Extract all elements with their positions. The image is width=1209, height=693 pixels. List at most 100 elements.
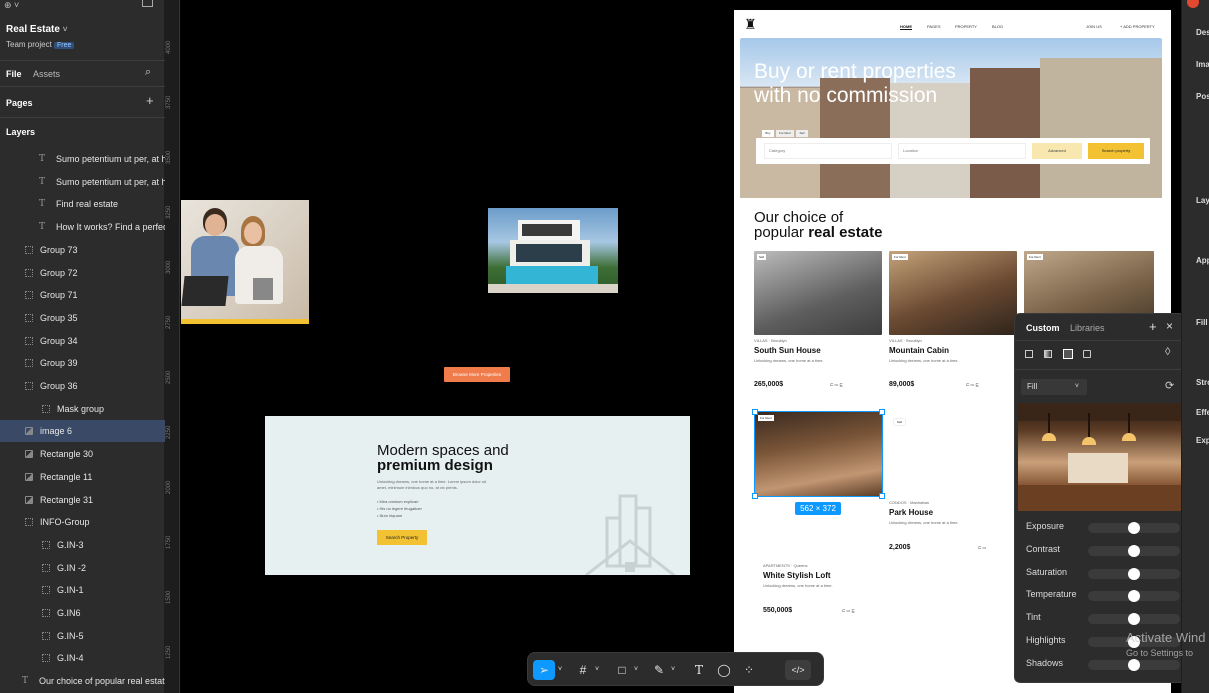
slider-track[interactable] (1088, 590, 1180, 603)
layer-row[interactable]: Group 34 (0, 330, 165, 352)
layer-row[interactable]: G.IN-4 (0, 647, 165, 669)
layer-row[interactable]: image 6 (0, 420, 165, 443)
layer-row[interactable]: Group 35 (0, 307, 165, 329)
panel-section-label[interactable]: Des (1196, 28, 1209, 37)
nav-property[interactable]: PROPERTY (955, 24, 977, 29)
panel-section-label[interactable]: Pos (1196, 92, 1209, 101)
solid-fill-icon[interactable] (1025, 350, 1033, 358)
nav-add-property[interactable]: + ADD PROPERTY (1120, 24, 1155, 29)
nav-blog[interactable]: BLOG (992, 24, 1003, 29)
category-select[interactable]: Category (764, 143, 892, 159)
layer-row[interactable]: G.IN-5 (0, 625, 165, 647)
slider-knob[interactable] (1128, 613, 1140, 626)
property-image[interactable]: For Rent (889, 251, 1017, 335)
tab-buy[interactable]: Buy (762, 130, 774, 137)
location-select[interactable]: Location (898, 143, 1026, 159)
chevron-down-icon[interactable]: ˅ (556, 660, 564, 680)
add-page-icon[interactable]: + (146, 93, 154, 108)
gradient-fill-icon[interactable] (1044, 350, 1052, 358)
move-tool-icon[interactable]: ➢ (533, 660, 555, 680)
search-icon[interactable]: ⌕ (145, 66, 151, 79)
nav-pages[interactable]: PAGES (927, 24, 941, 29)
browse-more-button[interactable]: Browse More Properties (444, 367, 510, 382)
image-fill-icon[interactable] (1063, 349, 1073, 359)
nav-home[interactable]: HOME (900, 24, 912, 30)
selected-image-6[interactable]: For Rent (754, 411, 883, 497)
fill-mode-select[interactable]: Fill ˅ (1021, 379, 1087, 395)
layer-row[interactable]: T Sumo petentium ut per, at his (0, 171, 165, 193)
resize-handle[interactable] (752, 409, 758, 415)
text-tool-icon[interactable]: T (689, 660, 709, 680)
pages-label[interactable]: Pages (6, 98, 33, 108)
sidebar-toggle-icon[interactable] (142, 0, 153, 7)
layer-row[interactable]: INFO-Group (0, 511, 165, 533)
layer-row[interactable]: G.IN-3 (0, 534, 165, 556)
slider-track[interactable] (1088, 567, 1180, 580)
layer-row[interactable]: G.IN -2 (0, 557, 165, 579)
search-property-button[interactable]: Search Property (377, 530, 427, 545)
tab-custom[interactable]: Custom (1026, 323, 1060, 333)
panel-section-label[interactable]: Effe (1196, 408, 1209, 417)
opacity-icon[interactable]: ◊ (1165, 346, 1170, 358)
layer-row[interactable]: Group 72 (0, 262, 165, 284)
add-icon[interactable]: + (1149, 319, 1157, 334)
panel-section-label[interactable]: Exp (1196, 436, 1209, 445)
layer-row[interactable]: Group 71 (0, 284, 165, 306)
menu-icon[interactable]: ⊕ ˅ (4, 0, 19, 11)
layer-row[interactable]: Rectangle 31 (0, 489, 165, 511)
layer-row[interactable]: T Sumo petentium ut per, at his (0, 148, 165, 170)
layer-row[interactable]: Rectangle 30 (0, 443, 165, 465)
chevron-down-icon[interactable]: ˅ (632, 660, 640, 680)
layer-row[interactable]: G.IN-1 (0, 579, 165, 601)
layer-row[interactable]: T Find real estate (0, 193, 165, 215)
tab-assets[interactable]: Assets (33, 69, 60, 79)
slider-knob[interactable] (1128, 522, 1140, 534)
slider-knob[interactable] (1128, 567, 1140, 580)
slider-track[interactable] (1088, 522, 1180, 534)
layer-row[interactable]: Group 39 (0, 352, 165, 374)
panel-section-label[interactable]: Fill (1196, 318, 1208, 327)
resize-handle[interactable] (879, 409, 885, 415)
slider-track[interactable] (1088, 658, 1180, 671)
pen-tool-icon[interactable]: ✎ (649, 660, 669, 680)
layer-row[interactable]: Mask group (0, 398, 165, 420)
resize-handle[interactable] (879, 493, 885, 499)
close-icon[interactable]: × (1166, 319, 1173, 333)
slider-track[interactable] (1088, 613, 1180, 626)
resize-handle[interactable] (752, 493, 758, 499)
file-name[interactable]: Real Estate ˅ (6, 24, 67, 35)
layer-row[interactable]: Group 73 (0, 239, 165, 261)
advanced-button[interactable]: Advanced (1032, 143, 1082, 159)
nav-join[interactable]: JOIN US (1086, 24, 1102, 29)
layer-row[interactable]: Group 36 (0, 375, 165, 397)
layer-row[interactable]: T Our choice of popular real estate (0, 670, 165, 692)
modern-villa-image[interactable] (488, 208, 618, 293)
slider-track[interactable] (1088, 544, 1180, 557)
avatar[interactable] (1187, 0, 1199, 8)
property-image[interactable]: Sell (754, 251, 882, 335)
couple-laptop-image[interactable] (181, 200, 309, 324)
rectangle-tool-icon[interactable]: □ (612, 660, 632, 680)
chevron-down-icon[interactable]: ˅ (669, 660, 677, 680)
search-property-button[interactable]: Search property (1088, 143, 1144, 159)
tab-sell[interactable]: Sell (796, 130, 808, 137)
frame-tool-icon[interactable]: # (573, 660, 593, 680)
promo-frame[interactable]: Modern spaces and premium design Unlocki… (265, 416, 690, 575)
slider-knob[interactable] (1128, 658, 1140, 671)
comment-tool-icon[interactable]: ◯ (714, 660, 734, 680)
actions-tool-icon[interactable]: ⁘ (739, 660, 759, 680)
panel-section-label[interactable]: Ima (1196, 60, 1209, 69)
panel-section-label[interactable]: Stro (1196, 378, 1209, 387)
rotate-icon[interactable]: ⟳ (1165, 379, 1174, 392)
layer-row[interactable]: Rectangle 11 (0, 466, 165, 488)
tab-file[interactable]: File (6, 69, 22, 79)
panel-section-label[interactable]: App (1196, 256, 1209, 265)
panel-section-label[interactable]: Lay (1196, 196, 1209, 205)
dev-mode-icon[interactable]: </> (785, 660, 811, 680)
tab-for-rent[interactable]: For Rent (776, 130, 794, 137)
slider-knob[interactable] (1128, 544, 1140, 557)
layer-row[interactable]: G.IN6 (0, 602, 165, 624)
slider-knob[interactable] (1128, 590, 1140, 603)
layer-row[interactable]: T How It works? Find a perfect (0, 216, 165, 238)
video-fill-icon[interactable] (1083, 350, 1091, 358)
